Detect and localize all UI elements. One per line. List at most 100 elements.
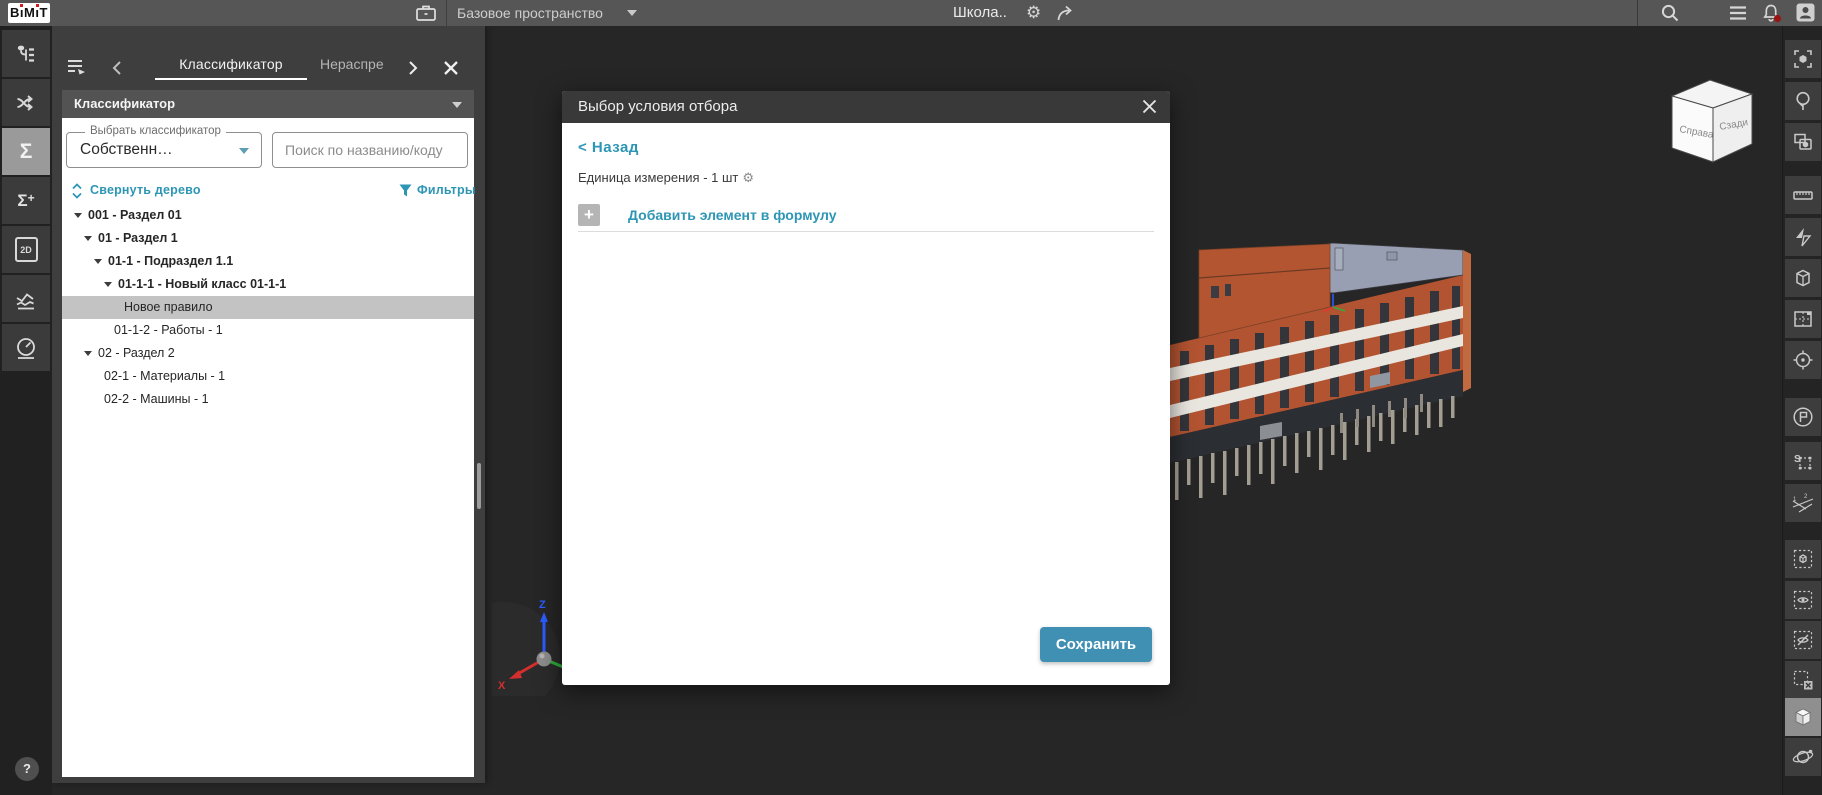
sigma-plus-icon: Σ+ xyxy=(17,192,34,209)
caret-down-icon[interactable] xyxy=(104,282,112,287)
tree-node[interactable]: 01-1-1 - Новый класс 01-1-1 xyxy=(62,273,474,296)
help-button[interactable]: ? xyxy=(15,757,39,781)
view-cube[interactable]: Справа Сзади xyxy=(1658,70,1762,170)
tree-node[interactable]: 001 - Раздел 01 xyxy=(62,204,474,227)
unit-gear-icon[interactable]: ⚙ xyxy=(742,170,754,185)
tool-orbit[interactable] xyxy=(1785,738,1821,776)
tool-vegetation[interactable] xyxy=(1785,82,1821,120)
caret-down-icon[interactable] xyxy=(84,351,92,356)
tree-node-selected[interactable]: Новое правило xyxy=(62,296,474,319)
bell-icon[interactable] xyxy=(1760,2,1784,24)
building-model xyxy=(1165,228,1475,523)
tree-node[interactable]: 02-2 - Машины - 1 xyxy=(62,388,474,411)
tool-gauge[interactable] xyxy=(2,324,50,371)
tool-2d-view[interactable]: 2D xyxy=(2,226,50,273)
unfold-icon[interactable] xyxy=(70,182,84,200)
app-logo: BıMıT xyxy=(8,3,50,23)
add-element-row: + Добавить элемент в формулу xyxy=(578,203,836,227)
caret-down-icon[interactable] xyxy=(84,236,92,241)
back-link[interactable]: < Назад xyxy=(578,139,639,156)
tool-connections[interactable] xyxy=(2,79,50,126)
shuffle-icon xyxy=(14,91,38,115)
tool-trend-charts[interactable] xyxy=(2,275,50,322)
tool-isolate-box[interactable] xyxy=(1785,540,1821,578)
svg-text:2: 2 xyxy=(1804,494,1808,500)
tool-select-similar[interactable] xyxy=(1785,123,1821,161)
tabs-next-icon[interactable] xyxy=(404,60,420,76)
tool-target[interactable] xyxy=(1785,341,1821,379)
filter-icon[interactable] xyxy=(398,183,413,198)
add-element-link[interactable]: Добавить элемент в формулу xyxy=(628,207,836,223)
dialog-title: Выбор условия отбора xyxy=(578,91,1170,123)
tool-sum-add[interactable]: Σ+ xyxy=(2,177,50,224)
top-bar: BıMıT Базовое пространство Школа.. ⚙ xyxy=(0,0,1822,26)
save-button[interactable]: Сохранить xyxy=(1040,627,1152,662)
workspace-selector[interactable]: Базовое пространство xyxy=(457,0,603,26)
project-name[interactable]: Школа.. xyxy=(953,0,1007,26)
caret-down-icon[interactable] xyxy=(74,213,82,218)
tool-hide-box[interactable] xyxy=(1785,621,1821,659)
tool-flag-point[interactable] xyxy=(1785,398,1821,436)
tool-show-box[interactable] xyxy=(1785,581,1821,619)
collapse-tree-link[interactable]: Свернуть дерево xyxy=(90,183,201,197)
panel-close-icon[interactable] xyxy=(442,59,460,77)
list-icon[interactable] xyxy=(1728,5,1748,21)
tool-section-flash[interactable] xyxy=(1785,218,1821,256)
formula-divider xyxy=(578,231,1154,232)
left-toolbar: Σ Σ+ 2D ? xyxy=(0,26,52,795)
selection-set-icon: S xyxy=(1791,449,1815,473)
app-window: Справа Сзади Z X BıMıT Базовое пространс… xyxy=(0,0,1822,795)
classifier-select-value: Собственн… xyxy=(80,133,173,167)
panel-menu-icon[interactable] xyxy=(66,58,88,76)
tool-floorplan[interactable] xyxy=(1785,300,1821,338)
tool-numbered-axes[interactable]: 1 2 xyxy=(1785,484,1821,522)
tree-node[interactable]: 02 - Раздел 2 xyxy=(62,342,474,365)
search-icon[interactable] xyxy=(1660,3,1680,23)
section-title: Классификатор xyxy=(74,90,474,118)
share-icon[interactable] xyxy=(1056,4,1076,22)
tool-cube-section[interactable] xyxy=(1785,259,1821,297)
tool-sum[interactable]: Σ xyxy=(2,128,50,175)
tree-controls-row: Свернуть дерево Фильтры xyxy=(62,180,474,202)
tool-ruler[interactable] xyxy=(1785,176,1821,214)
section-header[interactable]: Классификатор xyxy=(62,90,474,118)
panel-resize-handle[interactable] xyxy=(477,463,481,509)
add-element-button[interactable]: + xyxy=(578,204,600,226)
svg-text:S: S xyxy=(1794,454,1801,465)
tab-classifier[interactable]: Классификатор xyxy=(155,56,307,78)
ruler-icon xyxy=(1791,183,1815,207)
tool-clear-selection[interactable] xyxy=(1785,661,1821,699)
hierarchy-icon xyxy=(14,42,38,66)
tree-node[interactable]: 01-1-2 - Работы - 1 xyxy=(62,319,474,342)
user-icon[interactable] xyxy=(1796,3,1815,22)
tabs-prev-icon[interactable] xyxy=(110,60,126,76)
tool-solid-cube[interactable] xyxy=(1785,698,1821,736)
filters-link[interactable]: Фильтры xyxy=(417,183,476,197)
tree-node[interactable]: 02-1 - Материалы - 1 xyxy=(62,365,474,388)
tab-active-underline xyxy=(155,78,307,80)
workspace-caret-icon[interactable] xyxy=(627,10,637,16)
caret-down-icon[interactable] xyxy=(94,259,102,264)
topbar-divider-right xyxy=(1637,0,1638,26)
briefcase-icon[interactable] xyxy=(415,4,437,22)
orbit-icon xyxy=(1791,745,1815,769)
tab-unallocated[interactable]: Нераспре xyxy=(320,56,392,78)
topbar-divider xyxy=(446,0,447,26)
eye-off-icon xyxy=(1791,628,1815,652)
tree-icon xyxy=(1791,89,1815,113)
gear-icon[interactable]: ⚙ xyxy=(1026,0,1041,26)
solid-cube-icon xyxy=(1791,705,1815,729)
search-input[interactable] xyxy=(272,132,468,168)
tool-hierarchy[interactable] xyxy=(2,30,50,77)
cube-section-icon xyxy=(1791,266,1815,290)
tool-select-object[interactable] xyxy=(1785,40,1821,78)
tool-selection-set[interactable]: S xyxy=(1785,442,1821,480)
section-caret-icon xyxy=(452,102,462,108)
tree-node[interactable]: 01 - Раздел 1 xyxy=(62,227,474,250)
target-icon xyxy=(1791,348,1815,372)
axis-x-label: X xyxy=(498,680,506,692)
clear-selection-icon xyxy=(1791,668,1815,692)
dialog-close-icon[interactable] xyxy=(1141,98,1158,115)
tree-node[interactable]: 01-1 - Подраздел 1.1 xyxy=(62,250,474,273)
classifier-select[interactable]: Выбрать классификатор Собственн… xyxy=(66,132,262,168)
